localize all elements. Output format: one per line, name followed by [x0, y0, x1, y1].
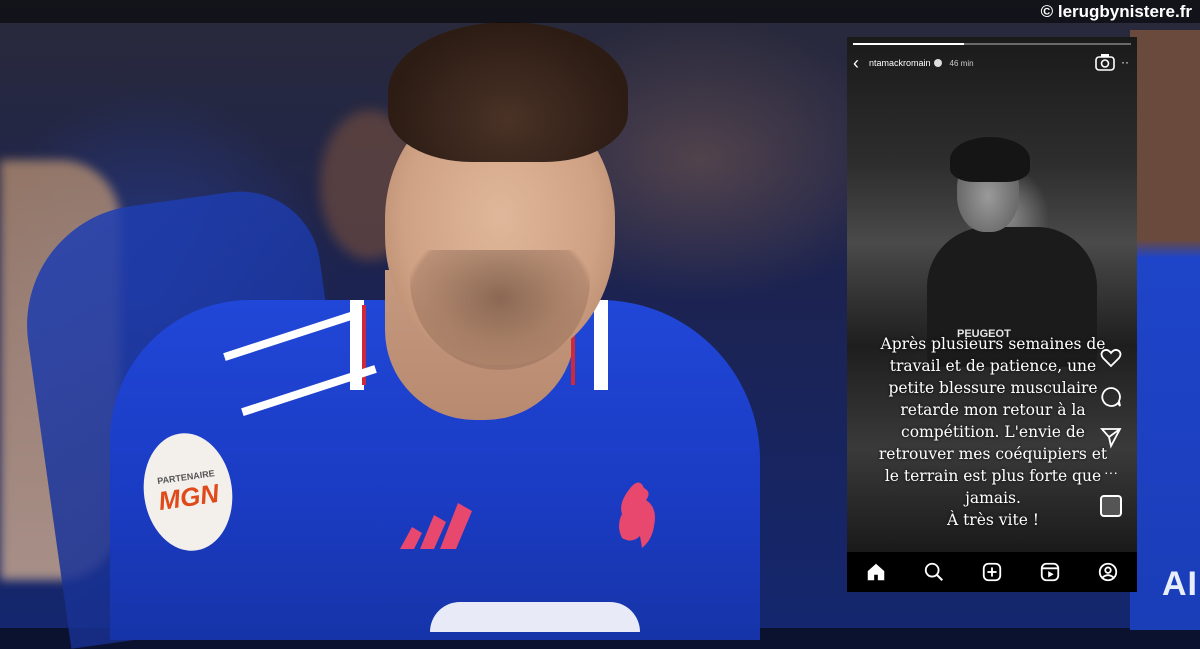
share-icon[interactable]: [1099, 425, 1123, 449]
more-icon[interactable]: ···: [1104, 465, 1118, 479]
adidas-logo-icon: [400, 503, 472, 549]
story-progress-fill: [853, 43, 965, 45]
home-icon[interactable]: [865, 561, 887, 583]
player-hair: [388, 22, 628, 162]
story-side-actions: ···: [1097, 345, 1125, 517]
story-header: ‹ ntamackromain 46 min ··: [853, 53, 1131, 73]
profile-icon[interactable]: [1097, 561, 1119, 583]
more-options-icon[interactable]: ··: [1121, 55, 1129, 69]
background-player-right: [1130, 30, 1200, 630]
heart-icon[interactable]: [1099, 345, 1123, 369]
right-edge-jersey-text: AI: [1162, 565, 1198, 603]
caption-line: Après plusieurs semaines de: [880, 335, 1106, 353]
caption-line: retrouver mes coéquipiers et: [878, 445, 1108, 463]
caption-line: le terrain est plus forte que: [884, 467, 1102, 485]
reels-icon[interactable]: [1039, 561, 1061, 583]
watermark: © lerugbynistere.fr: [1040, 2, 1192, 21]
caption-line: retarde mon retour à la: [900, 401, 1086, 419]
caption-line: petite blessure musculaire: [888, 379, 1098, 397]
story-caption: Après plusieurs semaines de travail et d…: [877, 333, 1109, 531]
story-player-hair: [950, 137, 1030, 182]
search-icon[interactable]: [923, 561, 945, 583]
rooster-logo-icon: [619, 482, 655, 548]
story-progress-bar: [853, 43, 1131, 45]
verified-icon: [933, 59, 942, 67]
caption-line: travail et de patience, une: [889, 357, 1097, 375]
camera-icon[interactable]: [1095, 53, 1115, 71]
instagram-story: PEUGEOT ‹ ntamackromain 46 min ·· Après …: [847, 37, 1137, 592]
bottom-nav: [847, 552, 1137, 592]
caption-line: jamais.: [965, 489, 1021, 507]
comment-icon[interactable]: [1099, 385, 1123, 409]
story-username[interactable]: ntamackromain: [869, 58, 931, 68]
caption-line: À très vite !: [946, 511, 1040, 529]
top-bar: [0, 0, 1200, 23]
story-time: 46 min: [949, 58, 974, 68]
back-chevron-icon[interactable]: ‹: [853, 54, 867, 72]
caption-line: compétition. L'envie de: [901, 423, 1085, 441]
add-icon[interactable]: [981, 561, 1003, 583]
avatar[interactable]: [1100, 495, 1122, 517]
